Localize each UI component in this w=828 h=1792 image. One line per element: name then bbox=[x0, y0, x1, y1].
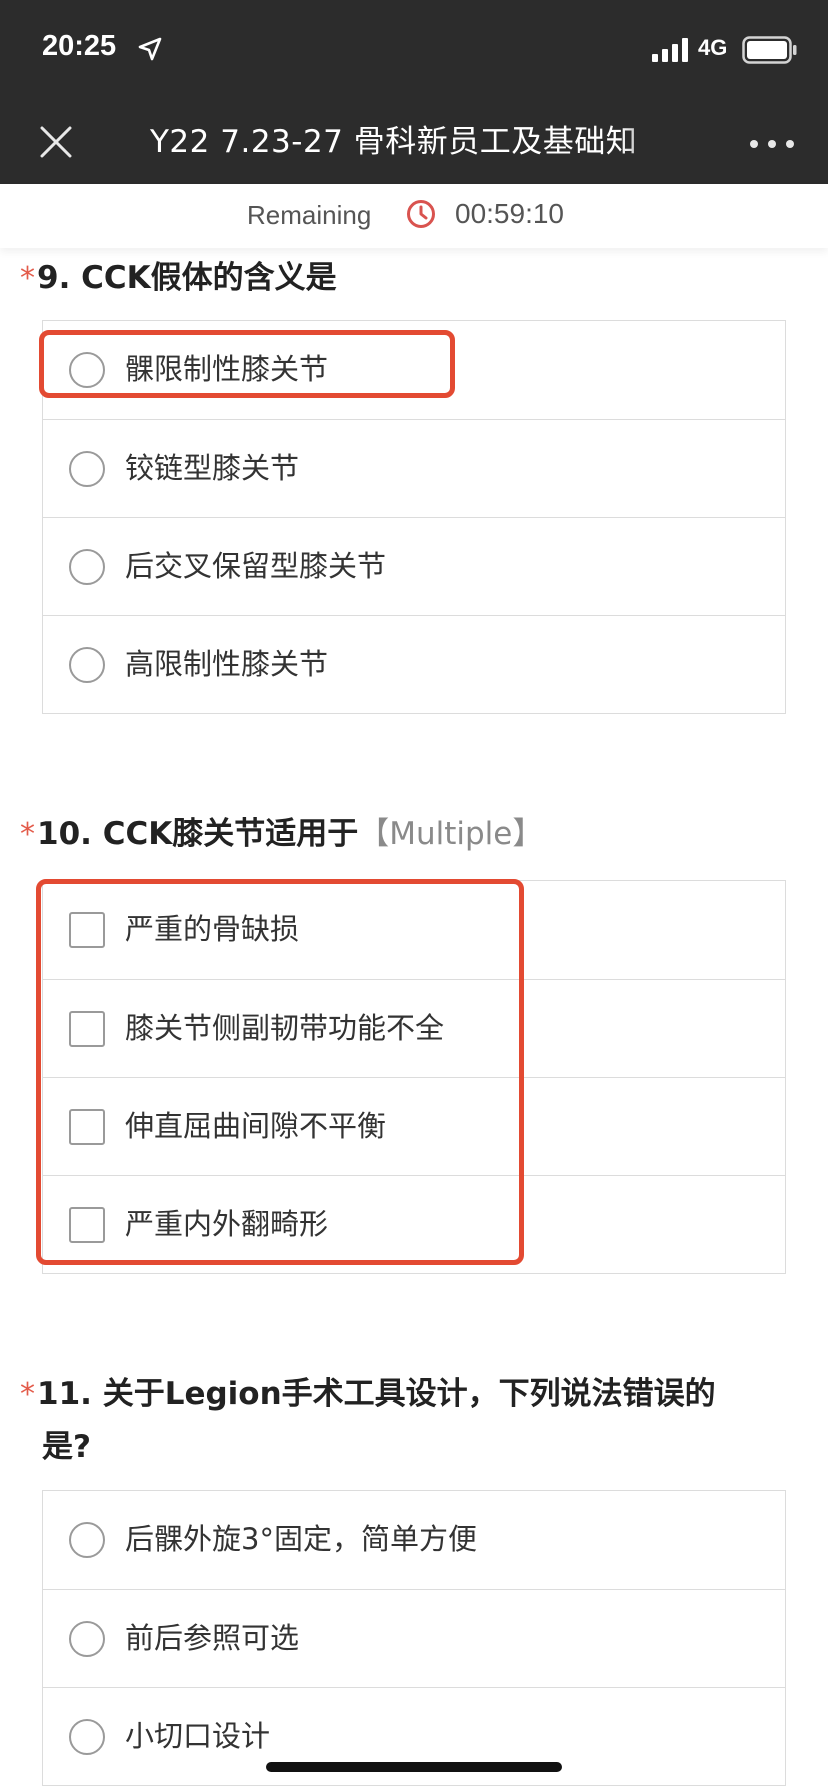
question-title: *9. CCK假体的含义是 bbox=[20, 252, 780, 305]
checkbox[interactable] bbox=[69, 1207, 105, 1243]
status-bar: 20:25 4G bbox=[0, 0, 828, 100]
radio-button[interactable] bbox=[69, 352, 105, 388]
option-item[interactable]: 前后参照可选 bbox=[43, 1589, 785, 1687]
radio-button[interactable] bbox=[69, 1719, 105, 1755]
option-item[interactable]: 膝关节侧副韧带功能不全 bbox=[43, 979, 785, 1077]
clock-icon bbox=[407, 200, 435, 228]
title-bar: Y22 7.23-27 骨科新员工及基础知 bbox=[0, 100, 828, 184]
title-fade bbox=[620, 118, 680, 166]
checkbox[interactable] bbox=[69, 1011, 105, 1047]
timer-label: Remaining bbox=[247, 200, 372, 230]
timer-value: 00:59:10 bbox=[455, 198, 564, 229]
option-list: 后髁外旋3°固定，简单方便 前后参照可选 小切口设计 bbox=[42, 1490, 786, 1786]
option-item[interactable]: 后交叉保留型膝关节 bbox=[43, 517, 785, 615]
radio-button[interactable] bbox=[69, 647, 105, 683]
option-label: 高限制性膝关节 bbox=[125, 647, 329, 681]
page-title: Y22 7.23-27 骨科新员工及基础知 bbox=[150, 124, 638, 160]
option-label: 髁限制性膝关节 bbox=[125, 352, 329, 386]
battery-icon bbox=[742, 36, 797, 64]
option-item[interactable]: 铰链型膝关节 bbox=[43, 419, 785, 517]
status-time: 20:25 bbox=[42, 30, 117, 62]
radio-button[interactable] bbox=[69, 549, 105, 585]
location-arrow-icon bbox=[138, 37, 162, 61]
remaining-timer: Remaining 00:59:10 bbox=[0, 184, 828, 248]
required-mark: * bbox=[20, 817, 35, 852]
option-label: 严重的骨缺损 bbox=[125, 912, 300, 946]
more-icon[interactable] bbox=[748, 138, 796, 150]
signal-icon bbox=[652, 38, 688, 62]
option-list: 髁限制性膝关节 铰链型膝关节 后交叉保留型膝关节 高限制性膝关节 bbox=[42, 320, 786, 714]
required-mark: * bbox=[20, 261, 35, 296]
home-indicator[interactable] bbox=[266, 1762, 562, 1772]
option-item[interactable]: 严重的骨缺损 bbox=[43, 881, 785, 979]
question-text-line1: 11. 关于Legion手术工具设计，下列说法错误的 bbox=[37, 1376, 716, 1412]
option-label: 前后参照可选 bbox=[125, 1621, 300, 1655]
option-item[interactable]: 高限制性膝关节 bbox=[43, 615, 785, 713]
question-text: 9. CCK假体的含义是 bbox=[37, 260, 337, 296]
multiple-tag: 【Multiple】 bbox=[358, 816, 544, 852]
option-label: 膝关节侧副韧带功能不全 bbox=[125, 1011, 445, 1045]
question-title: *10. CCK膝关节适用于【Multiple】 bbox=[20, 808, 780, 861]
question-text: 10. CCK膝关节适用于 bbox=[37, 816, 359, 852]
option-list: 严重的骨缺损 膝关节侧副韧带功能不全 伸直屈曲间隙不平衡 严重内外翻畸形 bbox=[42, 880, 786, 1274]
radio-button[interactable] bbox=[69, 451, 105, 487]
radio-button[interactable] bbox=[69, 1621, 105, 1657]
option-item[interactable]: 严重内外翻畸形 bbox=[43, 1175, 785, 1273]
question-title: *11. 关于Legion手术工具设计，下列说法错误的是? bbox=[20, 1368, 780, 1473]
radio-button[interactable] bbox=[69, 1522, 105, 1558]
checkbox[interactable] bbox=[69, 912, 105, 948]
checkbox[interactable] bbox=[69, 1109, 105, 1145]
option-label: 伸直屈曲间隙不平衡 bbox=[125, 1109, 387, 1143]
option-label: 后交叉保留型膝关节 bbox=[125, 549, 387, 583]
option-label: 小切口设计 bbox=[125, 1719, 271, 1753]
question-text-line2: 是? bbox=[42, 1429, 91, 1465]
close-icon[interactable] bbox=[36, 122, 76, 162]
option-item[interactable]: 后髁外旋3°固定，简单方便 bbox=[43, 1491, 785, 1589]
option-item[interactable]: 髁限制性膝关节 bbox=[43, 321, 785, 419]
option-item[interactable]: 伸直屈曲间隙不平衡 bbox=[43, 1077, 785, 1175]
option-label: 铰链型膝关节 bbox=[125, 451, 300, 485]
option-label: 严重内外翻畸形 bbox=[125, 1207, 329, 1241]
network-label: 4G bbox=[698, 35, 728, 60]
option-label: 后髁外旋3°固定，简单方便 bbox=[125, 1522, 477, 1556]
required-mark: * bbox=[20, 1377, 35, 1412]
